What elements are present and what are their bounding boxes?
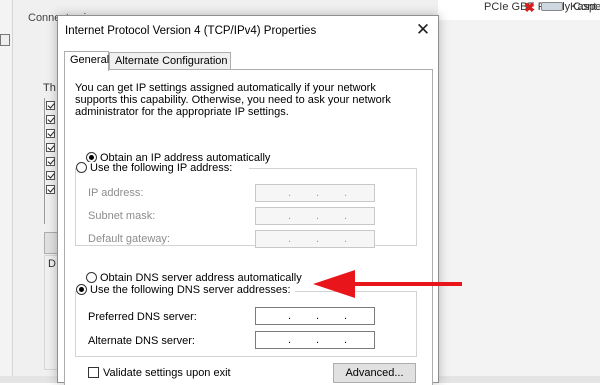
alternate-dns-input[interactable]: ...: [255, 331, 375, 349]
validate-settings-option[interactable]: Validate settings upon exit: [88, 367, 231, 379]
obtain-dns-auto-option[interactable]: Obtain DNS server address automatically: [86, 272, 302, 284]
tab-alternate-configuration[interactable]: Alternate Configuration: [109, 52, 231, 70]
obtain-dns-auto-radio[interactable]: [86, 272, 97, 283]
use-following-ip-radio[interactable]: [76, 162, 87, 173]
network-adapter-icon: [541, 2, 563, 11]
component-checkbox[interactable]: [46, 115, 55, 124]
obtain-dns-auto-label: Obtain DNS server address automatically: [100, 272, 302, 284]
use-following-dns-radio[interactable]: [76, 284, 87, 295]
component-checkbox[interactable]: [46, 101, 55, 110]
annotation-arrow-shaft: [350, 282, 462, 286]
kaspersky-adapter-name: Kaspe: [570, 1, 600, 13]
use-following-ip-label: Use the following IP address:: [90, 162, 233, 174]
general-tab-panel: You can get IP settings assigned automat…: [64, 69, 433, 385]
ip-address-input[interactable]: ...: [255, 184, 375, 202]
disconnected-x-icon: ✖: [524, 0, 535, 15]
ipv4-properties-dialog: Internet Protocol Version 4 (TCP/IPv4) P…: [57, 15, 439, 385]
install-button[interactable]: [44, 232, 58, 254]
close-button[interactable]: ✕: [412, 19, 434, 41]
subnet-mask-label: Subnet mask:: [88, 210, 156, 222]
validate-settings-label: Validate settings upon exit: [103, 367, 231, 379]
description-label: D: [48, 258, 56, 270]
dialog-titlebar[interactable]: Internet Protocol Version 4 (TCP/IPv4) P…: [58, 16, 438, 46]
dialog-title: Internet Protocol Version 4 (TCP/IPv4) P…: [65, 25, 317, 37]
subnet-mask-input[interactable]: ...: [255, 207, 375, 225]
component-checkbox[interactable]: [46, 143, 55, 152]
alternate-dns-label: Alternate DNS server:: [88, 335, 195, 347]
default-gateway-input[interactable]: ...: [255, 230, 375, 248]
tab-general[interactable]: General: [64, 51, 109, 71]
side-window-icon: [0, 34, 10, 46]
advanced-button[interactable]: Advanced...: [333, 363, 416, 383]
use-following-dns-option[interactable]: Use the following DNS server addresses:: [76, 284, 291, 296]
preferred-dns-input[interactable]: ...: [255, 307, 375, 325]
use-following-dns-label: Use the following DNS server addresses:: [90, 284, 291, 296]
component-checkbox[interactable]: [46, 185, 55, 194]
component-checkbox[interactable]: [46, 157, 55, 166]
use-following-ip-option[interactable]: Use the following IP address:: [76, 162, 232, 174]
ip-address-label: IP address:: [88, 187, 144, 199]
annotation-arrow-head-icon: [313, 270, 355, 298]
this-connection-label: Th: [43, 82, 56, 94]
preferred-dns-label: Preferred DNS server:: [88, 311, 197, 323]
default-gateway-label: Default gateway:: [88, 233, 170, 245]
component-checkbox[interactable]: [46, 171, 55, 180]
component-checkbox[interactable]: [46, 129, 55, 138]
info-text: You can get IP settings assigned automat…: [75, 82, 391, 118]
validate-settings-checkbox[interactable]: [88, 367, 99, 378]
